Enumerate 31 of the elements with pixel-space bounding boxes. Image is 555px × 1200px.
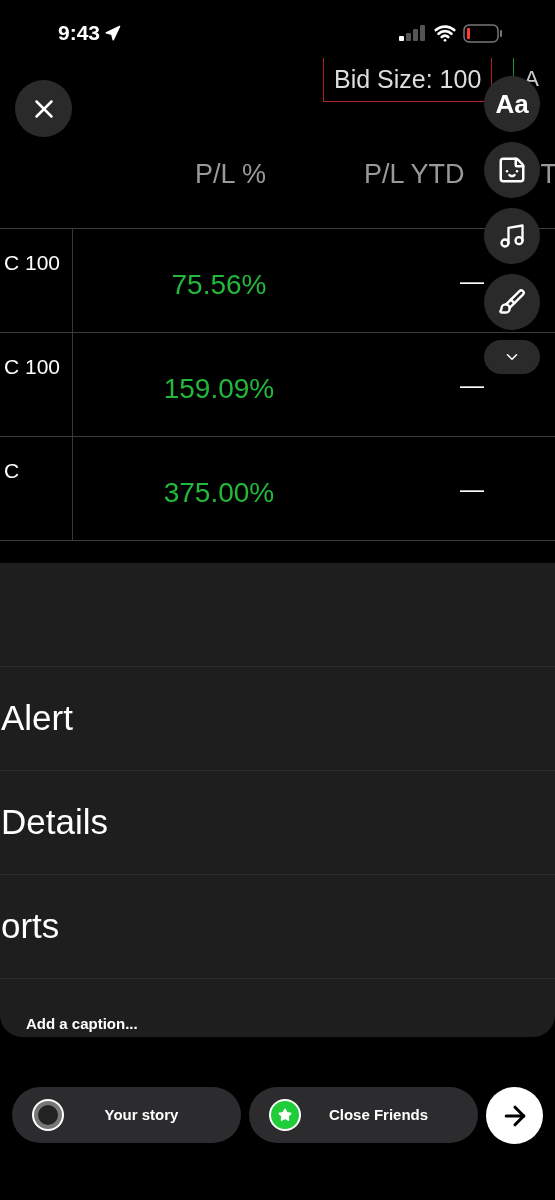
column-header: P/L YTD — [364, 157, 465, 191]
menu-item[interactable]: Details — [0, 796, 108, 849]
pl-ytd-cell-text: — — [460, 473, 484, 504]
sticker-icon — [497, 155, 527, 185]
signal-icon — [399, 25, 427, 41]
effects-tool-button[interactable] — [484, 274, 540, 330]
location-arrow-icon — [104, 24, 122, 42]
contract-cell: C — [4, 459, 20, 482]
send-button[interactable] — [486, 1087, 543, 1144]
wifi-icon — [434, 22, 456, 44]
pl-percent-cell-text: 159.09% — [163, 371, 275, 406]
contract-cell: C 100 — [4, 355, 61, 378]
column-header: P/L % — [195, 157, 267, 191]
caption-field[interactable]: Add a caption... — [26, 1012, 326, 1035]
close-button[interactable] — [15, 80, 72, 137]
status-time: 9:43 — [58, 20, 101, 47]
share-button[interactable]: Close Friends — [249, 1087, 478, 1143]
pl-ytd-cell-text: — — [460, 265, 484, 296]
avatar-icon — [32, 1099, 64, 1131]
share-button[interactable]: Your story — [12, 1087, 241, 1143]
battery-icon — [463, 23, 503, 43]
pl-percent-cell-text: 75.56% — [171, 267, 267, 302]
menu-item[interactable]: orts — [0, 900, 60, 953]
contract-cell: C 100 — [4, 251, 61, 274]
pl-ytd-cell-text: — — [460, 369, 484, 400]
menu-item[interactable]: Alert — [0, 692, 73, 745]
sticker-tool-button[interactable] — [484, 142, 540, 198]
music-note-icon — [498, 222, 526, 250]
pl-percent-cell-text: 375.00% — [163, 475, 275, 510]
music-tool-button[interactable] — [484, 208, 540, 264]
brush-icon — [498, 288, 526, 316]
